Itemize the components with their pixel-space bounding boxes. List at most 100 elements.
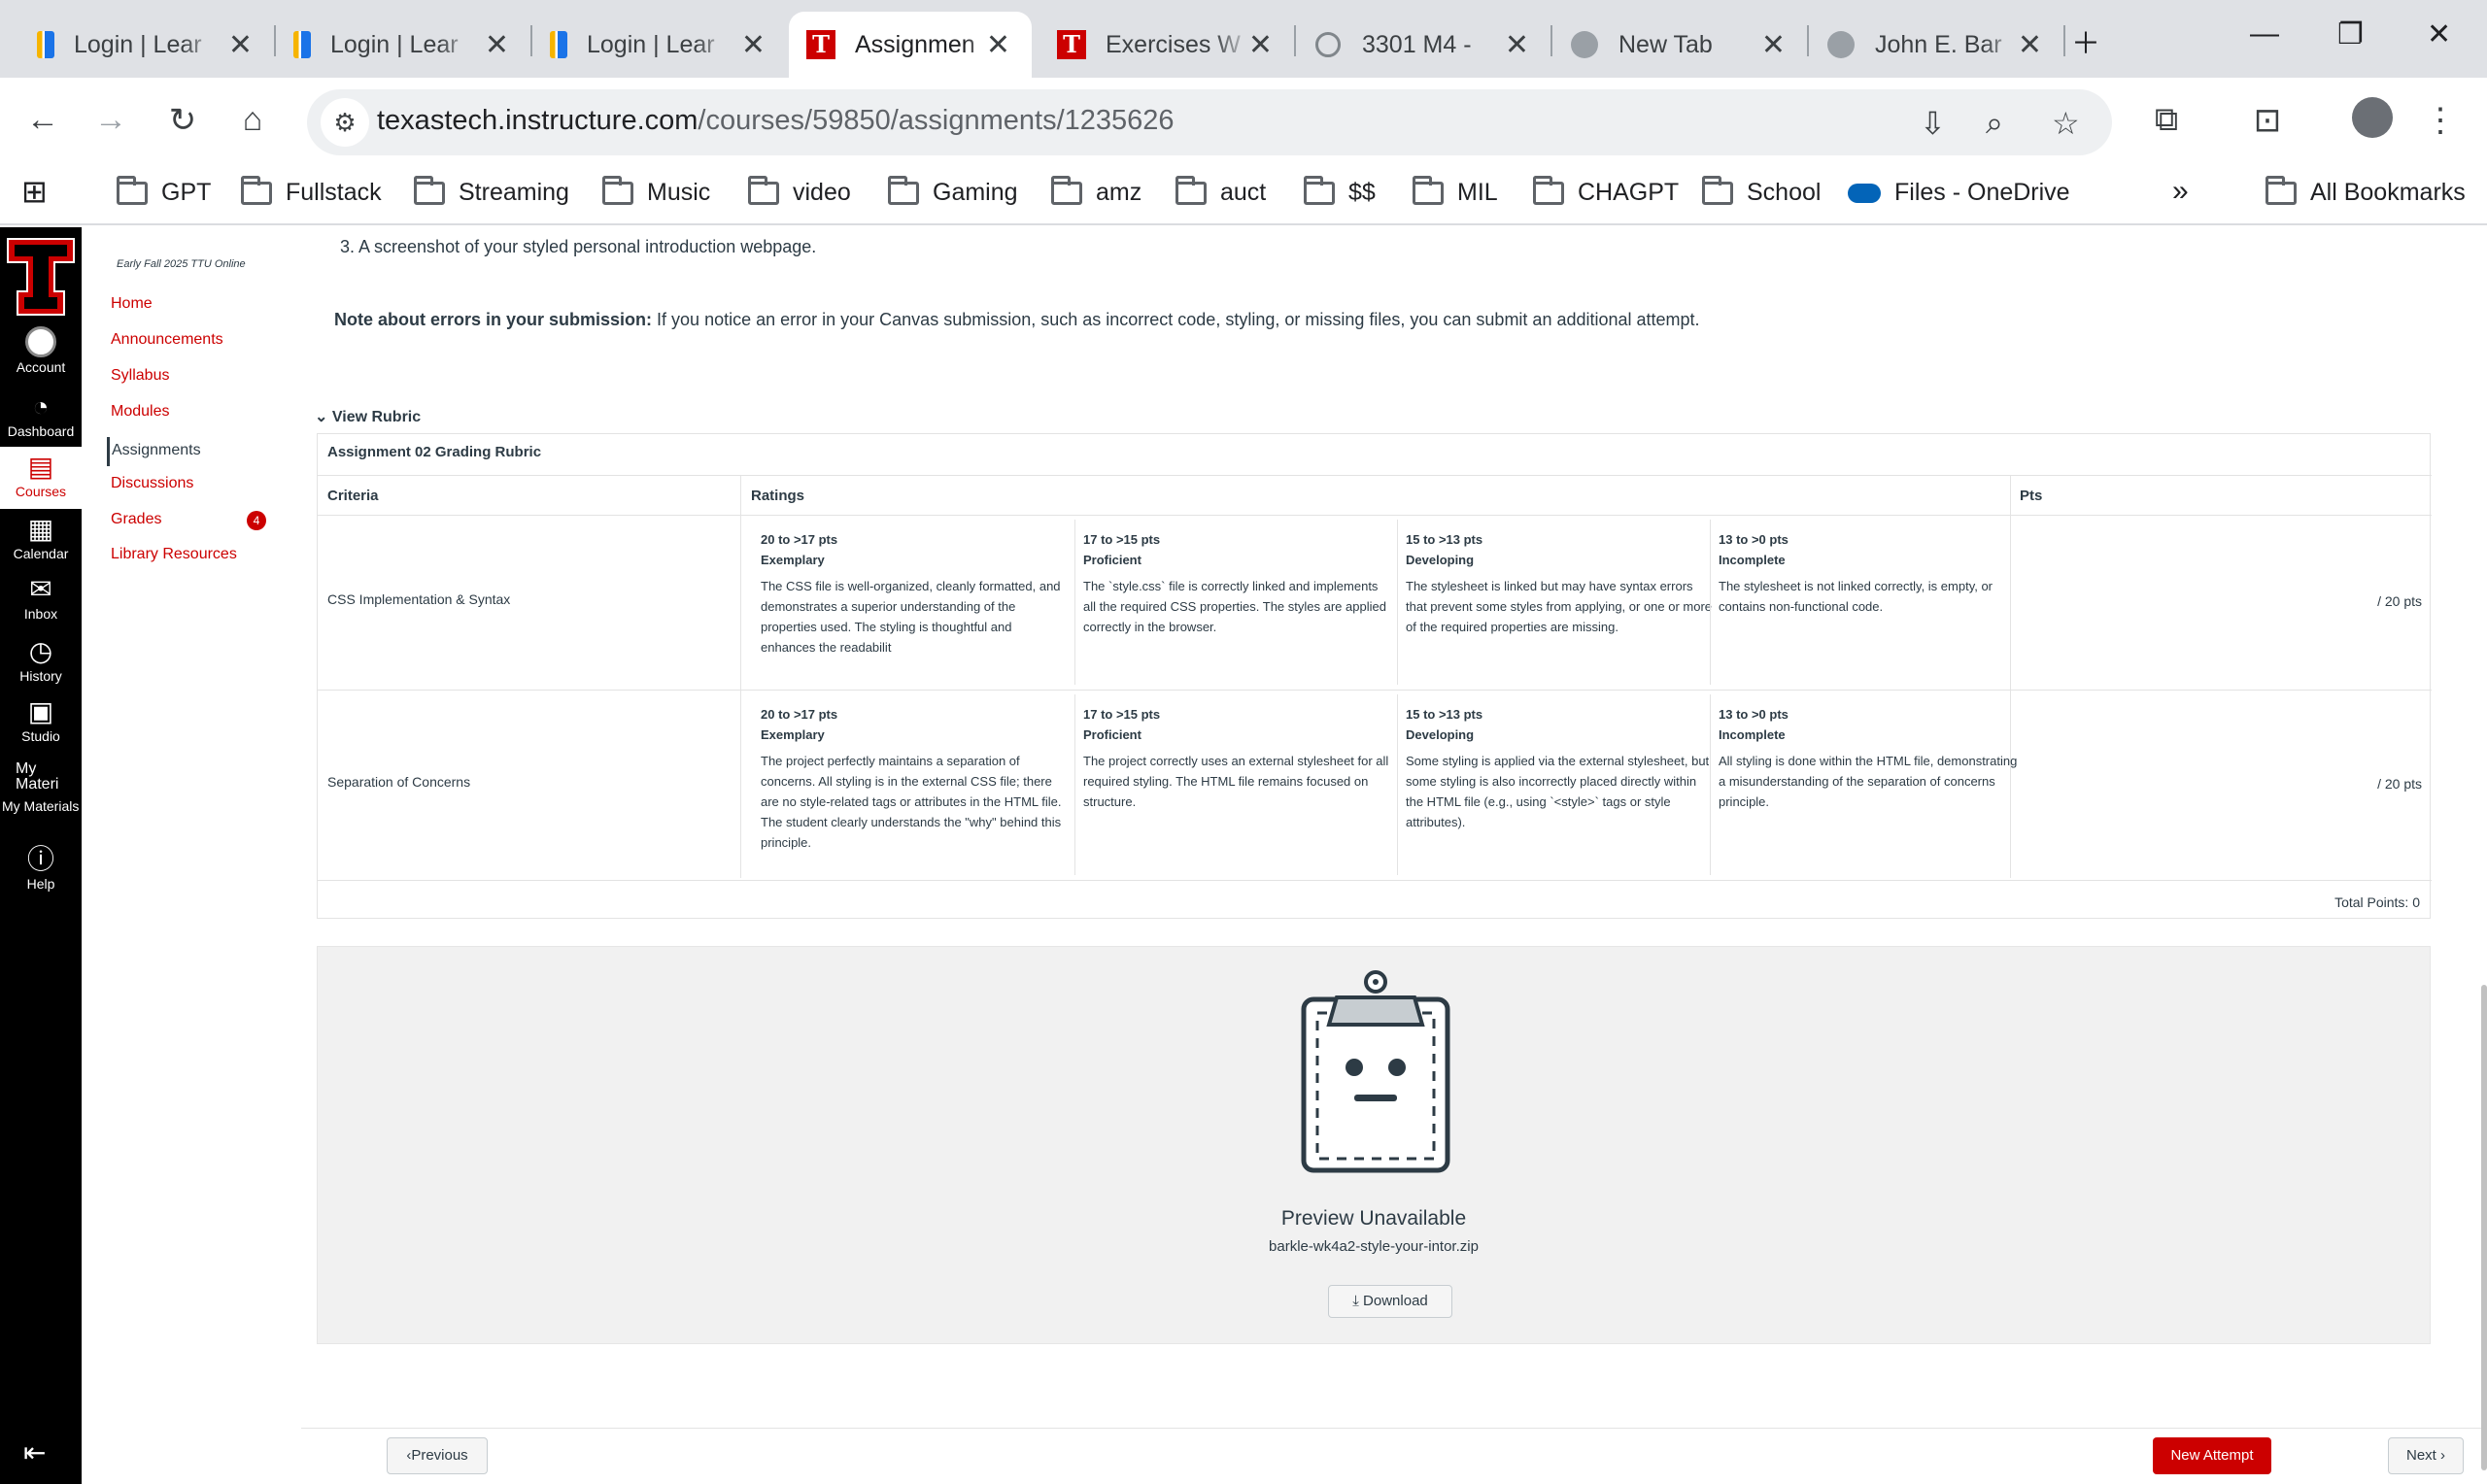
learning-favicon-icon [550,31,567,58]
folder-icon [1533,175,1564,205]
folder-icon [117,175,148,205]
course-nav-announcements[interactable]: Announcements [111,331,223,349]
bookmark-folder[interactable]: video [748,175,851,207]
nav-help[interactable]: ⓘ Help [0,843,82,892]
rating-cell[interactable]: 13 to >0 pts Incomplete All styling is don… [1719,704,2027,812]
scrollbar[interactable] [2481,985,2487,1470]
rating-cell[interactable]: 13 to >0 pts Incomplete The stylesheet is … [1719,529,2027,617]
tab-title: 3301 M4 - [1362,30,1472,58]
close-tab-icon[interactable]: ✕ [986,28,1010,62]
more-bookmarks-icon[interactable]: » [2172,175,2189,208]
bookmark-star-icon[interactable]: ☆ [2052,105,2080,142]
browser-tab[interactable]: 3301 M4 - ✕ [1296,12,1550,78]
address-bar[interactable]: ⚙ texastech.instructure.com/courses/5985… [307,89,2112,155]
close-tab-icon[interactable]: ✕ [228,28,253,62]
bookmark-folder[interactable]: $$ [1304,175,1376,207]
texas-tech-favicon-icon: T [1057,30,1086,59]
profile-avatar[interactable] [2351,97,2394,147]
url-text[interactable]: texastech.instructure.com/courses/59850/… [377,105,1175,137]
chevron-right-icon: › [2440,1447,2445,1464]
zoom-icon[interactable]: ⌕ [1986,105,2003,142]
site-info-icon[interactable]: ⚙ [321,98,369,147]
course-nav-discussions[interactable]: Discussions [111,475,193,492]
close-tab-icon[interactable]: ✕ [1505,28,1529,62]
bookmark-folder[interactable]: amz [1051,175,1141,207]
bookmark-folder[interactable]: auct [1175,175,1266,207]
rating-cell[interactable]: 17 to >15 pts Proficient The `style.css` f… [1083,529,1392,637]
browser-tab[interactable]: Login | Lear ✕ [532,12,787,78]
my-materials-icon: My Materi [16,760,59,793]
browser-tab[interactable]: Login | Lear ✕ [276,12,530,78]
nav-courses[interactable]: ▤ Courses [0,447,82,509]
browser-tab[interactable]: John E. Bar ✕ [1809,12,2063,78]
bookmark-folder[interactable]: School [1702,175,1821,207]
rating-cell[interactable]: 15 to >13 pts Developing The stylesheet is… [1406,529,1715,637]
apps-grid-icon[interactable]: ⊞ [21,173,48,210]
tab-title: John E. Bar [1875,30,2002,58]
restore-icon[interactable]: ❐ [2337,17,2364,51]
close-window-icon[interactable]: ✕ [2427,17,2451,51]
close-tab-icon[interactable]: ✕ [1248,28,1273,62]
rating-cell[interactable]: 15 to >13 pts Developing Some styling is a… [1406,704,1715,832]
nav-inbox[interactable]: ✉ Inbox [0,573,82,622]
course-nav-modules[interactable]: Modules [111,403,169,421]
back-icon[interactable]: ← [21,101,64,139]
dashboard-icon: ◔ [32,391,50,422]
folder-icon [748,175,779,205]
browser-menu-icon[interactable]: ⋮ [2419,101,2462,140]
total-points: Total Points: 0 [2334,894,2420,910]
all-bookmarks[interactable]: All Bookmarks [2266,175,2466,207]
bookmark-folder[interactable]: Music [602,175,710,207]
course-nav-syllabus[interactable]: Syllabus [111,367,169,385]
new-attempt-button[interactable]: New Attempt [2153,1437,2271,1474]
rating-cell[interactable]: 20 to >17 pts Exemplary The project perfec… [761,704,1070,853]
browser-tab[interactable]: New Tab ✕ [1552,12,1807,78]
folder-icon [414,175,445,205]
bookmark-onedrive[interactable]: Files - OneDrive [1848,179,2070,207]
course-nav-home[interactable]: Home [111,295,153,313]
browser-tab-active[interactable]: T Assignmen ✕ [789,12,1032,78]
rating-cell[interactable]: 17 to >15 pts Proficient The project corre… [1083,704,1392,812]
instruction-item: 3. A screenshot of your styled personal … [340,237,817,256]
minimize-icon[interactable]: — [2250,17,2279,51]
close-tab-icon[interactable]: ✕ [741,28,766,62]
course-nav-grades[interactable]: Grades [111,511,161,528]
view-rubric-toggle[interactable]: ⌄ View Rubric [315,407,421,426]
home-icon[interactable]: ⌂ [231,101,274,139]
collapse-nav-icon[interactable]: ⇤ [23,1436,46,1468]
bookmark-folder[interactable]: Fullstack [241,175,382,207]
nav-dashboard[interactable]: ◔ Dashboard [0,390,82,439]
bookmark-folder[interactable]: Streaming [414,175,569,207]
next-button[interactable]: Next › [2388,1437,2464,1474]
preview-title: Preview Unavailable [1280,1207,1467,1230]
nav-studio[interactable]: ▣ Studio [0,695,82,744]
nav-my-materials[interactable]: My Materi My Materials [0,760,82,815]
course-nav-library-resources[interactable]: Library Resources [111,546,237,563]
forward-icon[interactable]: → [89,101,132,139]
previous-button[interactable]: ‹Previous [387,1437,488,1474]
nav-calendar[interactable]: ▦ Calendar [0,513,82,561]
nav-account[interactable]: Account [0,326,82,375]
reload-icon[interactable]: ↻ [161,101,204,140]
nav-history[interactable]: ◷ History [0,635,82,684]
extensions-icon[interactable]: ⧉ [2145,101,2188,139]
bookmark-folder[interactable]: MIL [1413,175,1498,207]
bookmark-folder[interactable]: GPT [117,175,211,207]
new-tab-icon[interactable]: ＋ [2071,19,2100,62]
submission-filename: barkle-wk4a2-style-your-intor.zip [1269,1238,1479,1255]
rating-cell[interactable]: 20 to >17 pts Exemplary The CSS file is we… [761,529,1070,658]
close-tab-icon[interactable]: ✕ [485,28,509,62]
tab-search-icon[interactable]: ⊡ [2246,101,2289,140]
criterion-name: Separation of Concerns [327,774,471,790]
texas-tech-logo[interactable] [6,237,76,317]
close-tab-icon[interactable]: ✕ [2018,28,2042,62]
install-app-icon[interactable]: ⇩ [1920,105,1946,142]
browser-tab[interactable]: T Exercises W ✕ [1039,12,1294,78]
bookmark-folder[interactable]: CHAGPT [1533,175,1679,207]
folder-icon [1413,175,1444,205]
download-button[interactable]: ⤓ Download [1328,1285,1452,1318]
bookmark-folder[interactable]: Gaming [888,175,1018,207]
browser-tab[interactable]: Login | Lear ✕ [19,12,274,78]
course-nav-assignments[interactable]: Assignments [107,437,201,466]
close-tab-icon[interactable]: ✕ [1761,28,1786,62]
